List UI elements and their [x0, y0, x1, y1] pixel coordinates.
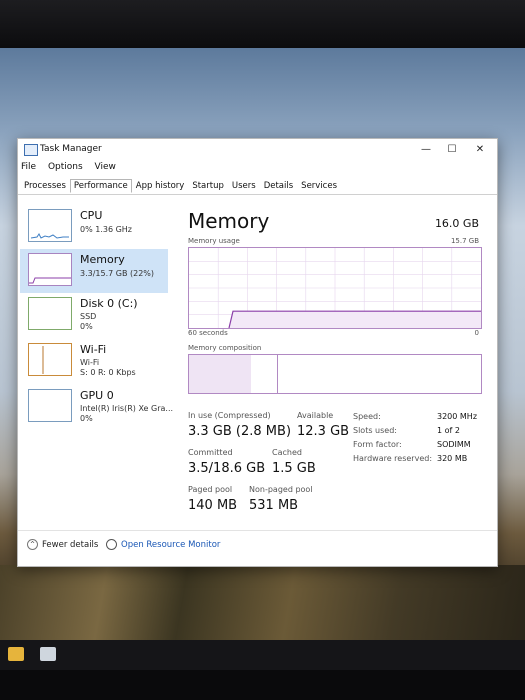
- close-button[interactable]: ✕: [469, 142, 491, 158]
- memory-thumbnail-graph: [28, 253, 72, 286]
- sidebar-item-label: Wi-Fi: [80, 343, 107, 356]
- tab-services[interactable]: Services: [297, 179, 341, 193]
- cpu-thumbnail-graph: [28, 209, 72, 242]
- slots-used-value: 1 of 2: [437, 426, 460, 435]
- sidebar-item-detail: 0%: [80, 322, 93, 331]
- maximize-button[interactable]: ☐: [441, 142, 463, 158]
- memory-composition-bar: [188, 354, 482, 394]
- sidebar-item-label: GPU 0: [80, 389, 114, 402]
- graph-time-label: 60 seconds: [188, 329, 228, 337]
- available-label: Available: [297, 411, 334, 420]
- task-manager-window: Task Manager — ☐ ✕ File Options View Pro…: [17, 138, 498, 567]
- in-use-value: 3.3 GB (2.8 MB): [188, 424, 292, 439]
- sidebar-item-detail: S: 0 R: 0 Kbps: [80, 368, 136, 377]
- sidebar-item-gpu[interactable]: GPU 0 Intel(R) Iris(R) Xe Gra... 0%: [20, 385, 173, 429]
- sidebar-item-label: Disk 0 (C:): [80, 297, 138, 310]
- speed-label: Speed:: [353, 412, 381, 421]
- hardware-reserved-value: 320 MB: [437, 454, 468, 463]
- menu-options[interactable]: Options: [48, 162, 83, 172]
- minimize-button[interactable]: —: [415, 142, 437, 158]
- resource-list: CPU 0% 1.36 GHz Memory 3.3/15.7 GB (22%)…: [20, 201, 173, 531]
- sidebar-item-detail: 0% 1.36 GHz: [80, 225, 133, 234]
- chevron-up-icon: ^: [27, 539, 38, 550]
- committed-label: Committed: [188, 448, 233, 457]
- gpu-thumbnail-graph: [28, 389, 72, 422]
- paged-pool-label: Paged pool: [188, 485, 233, 494]
- tab-processes[interactable]: Processes: [20, 179, 70, 193]
- wallpaper-rocks: [0, 565, 525, 640]
- committed-value: 3.5/18.6 GB: [188, 461, 266, 476]
- cached-label: Cached: [272, 448, 302, 457]
- monitor-bezel-top: [0, 0, 525, 48]
- footer-divider: [18, 530, 497, 531]
- memory-usage-svg: [189, 248, 481, 329]
- usage-area: [229, 311, 481, 328]
- sidebar-item-wifi[interactable]: Wi-Fi Wi-Fi S: 0 R: 0 Kbps: [20, 339, 168, 383]
- form-factor-label: Form factor:: [353, 440, 402, 449]
- open-resource-monitor-link[interactable]: Open Resource Monitor: [106, 539, 220, 550]
- fewer-details-button[interactable]: ^ Fewer details: [27, 539, 98, 550]
- monitor-bezel-bottom: [0, 670, 525, 700]
- speed-value: 3200 MHz: [437, 412, 478, 421]
- usage-graph-max: 15.7 GB: [450, 237, 479, 245]
- tab-users[interactable]: Users: [228, 179, 260, 193]
- paged-pool-value: 140 MB: [188, 498, 238, 513]
- graph-zero-label: 0: [474, 329, 479, 337]
- in-use-label: In use (Compressed): [188, 411, 271, 420]
- resource-monitor-icon: [106, 539, 117, 550]
- slots-used-label: Slots used:: [353, 426, 397, 435]
- page-title: Memory: [188, 209, 270, 233]
- sidebar-item-label: CPU: [80, 209, 103, 222]
- fewer-details-label: Fewer details: [42, 540, 99, 550]
- sidebar-item-detail: Wi-Fi: [80, 358, 100, 367]
- memory-usage-graph: [188, 247, 482, 329]
- resource-monitor-label: Open Resource Monitor: [121, 540, 221, 550]
- available-value: 12.3 GB: [297, 424, 350, 439]
- tab-divider: [18, 194, 497, 195]
- memory-total: 16.0 GB: [434, 217, 479, 230]
- tab-performance[interactable]: Performance: [69, 179, 132, 193]
- tab-app-history[interactable]: App history: [132, 179, 189, 193]
- wifi-thumbnail-graph: [28, 343, 72, 376]
- task-manager-taskbar-icon[interactable]: [40, 647, 56, 661]
- tab-strip: Processes Performance App history Startup Us…: [20, 179, 341, 194]
- taskbar: [0, 640, 525, 670]
- composition-modified: [251, 355, 278, 393]
- tab-details[interactable]: Details: [260, 179, 297, 193]
- non-paged-pool-value: 531 MB: [249, 498, 299, 513]
- disk-thumbnail-graph: [28, 297, 72, 330]
- sidebar-item-detail: SSD: [80, 312, 97, 321]
- composition-label: Memory composition: [188, 344, 262, 352]
- sidebar-item-cpu[interactable]: CPU 0% 1.36 GHz: [20, 205, 168, 249]
- file-explorer-icon[interactable]: [8, 647, 24, 661]
- sidebar-item-detail: 0%: [80, 414, 93, 423]
- menu-bar: File Options View: [21, 162, 125, 176]
- form-factor-value: SODIMM: [437, 440, 471, 449]
- menu-view[interactable]: View: [95, 162, 116, 172]
- non-paged-pool-label: Non-paged pool: [249, 485, 313, 494]
- sidebar-item-detail: 3.3/15.7 GB (22%): [80, 269, 155, 278]
- composition-in-use: [189, 355, 252, 393]
- cached-value: 1.5 GB: [272, 461, 316, 476]
- title-bar[interactable]: Task Manager — ☐ ✕: [18, 139, 497, 161]
- sidebar-item-detail: Intel(R) Iris(R) Xe Gra...: [80, 404, 174, 413]
- hardware-reserved-label: Hardware reserved:: [353, 454, 433, 463]
- usage-graph-label: Memory usage: [188, 237, 240, 245]
- window-title: Task Manager: [40, 144, 102, 154]
- sidebar-item-memory[interactable]: Memory 3.3/15.7 GB (22%): [20, 249, 168, 293]
- sidebar-item-disk[interactable]: Disk 0 (C:) SSD 0%: [20, 293, 168, 337]
- sidebar-item-label: Memory: [80, 253, 125, 266]
- task-manager-icon: [24, 144, 38, 156]
- tab-startup[interactable]: Startup: [188, 179, 228, 193]
- composition-free: [278, 355, 481, 393]
- menu-file[interactable]: File: [21, 162, 36, 172]
